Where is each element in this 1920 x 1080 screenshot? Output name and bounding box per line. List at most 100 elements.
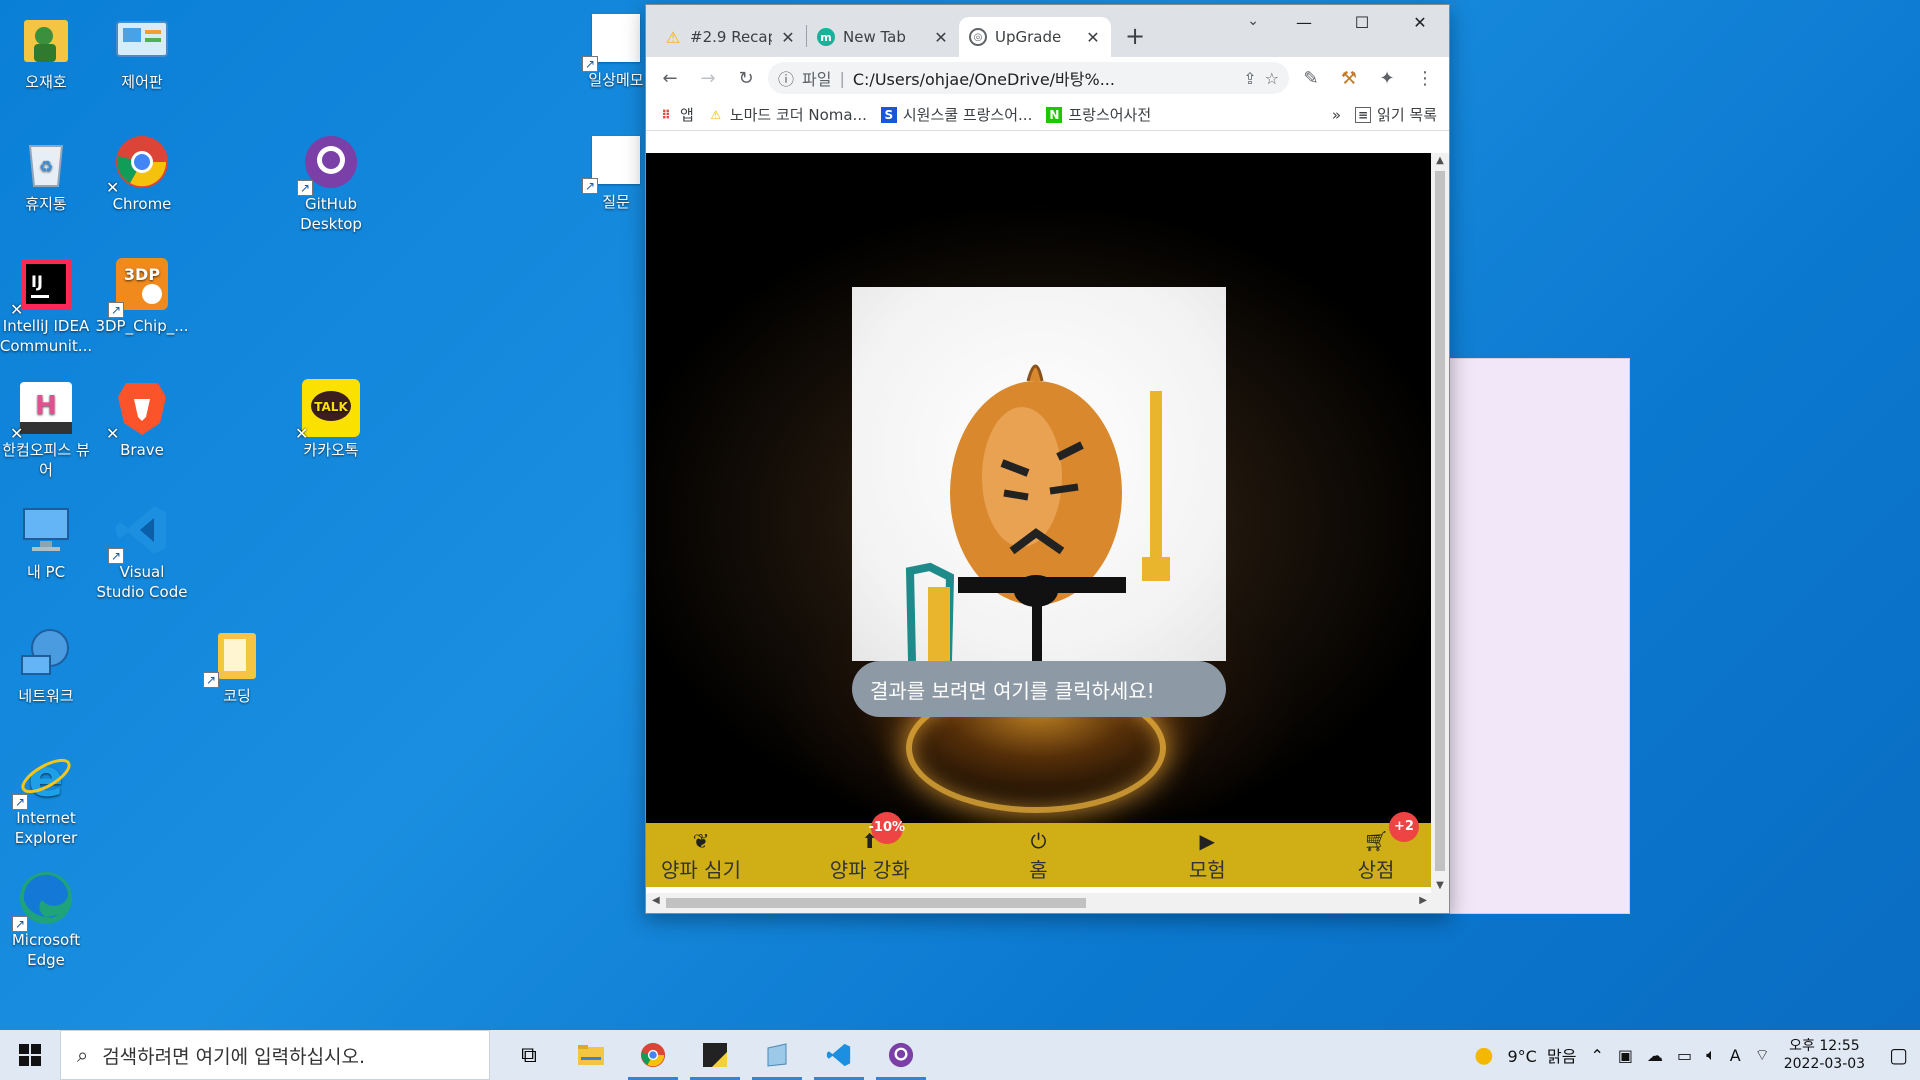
forward-arrow-icon[interactable]: → <box>692 62 724 94</box>
more-menu-icon[interactable]: ⋮ <box>1409 62 1441 94</box>
desktop-icon-label: 일상메모 <box>588 71 644 89</box>
window-controls: — ☐ ✕ <box>1275 5 1449 41</box>
volume-icon[interactable]: 🔈︎ <box>1706 1045 1716 1065</box>
nav-home[interactable]: ⏻ 홈 <box>994 828 1084 883</box>
desktop-icon-ie[interactable]: e ↗ Internet Explorer <box>0 746 94 848</box>
desktop-icon-brave[interactable]: ✕ Brave <box>94 378 190 460</box>
tab-strip: ⚠ #2.9 Recap ✕ m New Tab ✕ ◎ UpGrade ✕ +… <box>646 5 1449 57</box>
meet-icon[interactable]: ▣ <box>1618 1046 1633 1065</box>
desktop-icon-label: 3DP_Chip_... <box>95 317 189 335</box>
weather-sun-icon[interactable]: ● <box>1474 1043 1493 1068</box>
battery-icon[interactable]: ▭ <box>1677 1046 1692 1065</box>
desktop-icon-network[interactable]: 네트워크 <box>0 624 94 706</box>
desktop-icon-my-pc[interactable]: 내 PC <box>0 500 94 582</box>
sticky-notes-icon[interactable] <box>684 1030 746 1080</box>
clock[interactable]: 오후 12:55 2022-03-03 <box>1784 1037 1865 1073</box>
desktop-icon-chrome[interactable]: ✕ Chrome <box>94 132 190 214</box>
chrome-taskbar-icon[interactable] <box>622 1030 684 1080</box>
tab-new-tab[interactable]: m New Tab ✕ <box>807 17 959 57</box>
svg-text:♻: ♻ <box>39 157 53 176</box>
bookmark-label: 앱 <box>680 106 694 124</box>
desktop-icon-intellij[interactable]: IJ ✕ IntelliJ IDEA Communit... <box>0 254 94 356</box>
horizontal-scrollbar[interactable]: ◀ ▶ <box>646 893 1449 913</box>
vscode-icon: ↗ <box>108 500 172 564</box>
share-icon[interactable]: ⇪ <box>1243 69 1256 88</box>
notification-icon[interactable]: ▢ <box>1889 1043 1908 1067</box>
reading-list[interactable]: ≡ 읽기 목록 <box>1355 104 1437 125</box>
chevron-up-icon[interactable]: ⌃ <box>1590 1046 1603 1065</box>
task-view-icon[interactable]: ⧉ <box>498 1030 560 1080</box>
memo-file-icon: ↗ <box>582 130 646 194</box>
windows-start-icon[interactable] <box>0 1030 60 1080</box>
play-icon: ▶ <box>1199 828 1215 853</box>
desktop-icon-vscode[interactable]: ↗ Visual Studio Code <box>94 500 190 602</box>
nav-shop[interactable]: +2 🛒︎ 상점 <box>1331 811 1421 883</box>
bookmark-nomad-coder[interactable]: ⚠ 노마드 코더 Noma... <box>708 104 866 125</box>
desktop-icon-3dp[interactable]: 3DP ↗ 3DP_Chip_... <box>94 254 190 336</box>
back-arrow-icon[interactable]: ← <box>654 62 686 94</box>
nav-upgrade-onion[interactable]: -10% ⬆ 양파 강화 <box>825 811 915 883</box>
network-icon[interactable]: ⌔ <box>1755 1045 1770 1065</box>
scroll-down-arrow-icon[interactable]: ▼ <box>1431 880 1449 891</box>
desktop-icon-hancom[interactable]: H ✕ 한컴오피스 뷰어 <box>0 378 94 480</box>
bottom-nav-bar: ❦ 양파 심기 -10% ⬆ 양파 강화 ⏻ 홈 ▶ 모험 +2 🛒︎ 상점 <box>646 811 1431 887</box>
notepad-icon[interactable] <box>746 1030 808 1080</box>
scroll-thumb[interactable] <box>666 898 1086 908</box>
close-icon[interactable]: ✕ <box>933 28 949 47</box>
desktop-icon-user[interactable]: 오재호 <box>0 10 94 92</box>
ime-icon[interactable]: A <box>1730 1046 1741 1065</box>
browser-window[interactable]: ⚠ #2.9 Recap ✕ m New Tab ✕ ◎ UpGrade ✕ +… <box>645 4 1450 914</box>
bookmark-apps[interactable]: ⠿ 앱 <box>658 104 694 125</box>
desktop-icon-label: Brave <box>120 441 164 459</box>
tab-upgrade[interactable]: ◎ UpGrade ✕ <box>959 17 1111 57</box>
close-icon[interactable]: ✕ <box>780 28 796 47</box>
desktop-icon-coding-folder[interactable]: ↗ 코딩 <box>189 624 285 706</box>
maximize-button[interactable]: ☐ <box>1333 5 1391 41</box>
star-icon[interactable]: ☆ <box>1265 69 1279 88</box>
nav-plant-onion[interactable]: ❦ 양파 심기 <box>656 828 746 883</box>
reload-icon[interactable]: ↻ <box>730 62 762 94</box>
nav-adventure[interactable]: ▶ 모험 <box>1162 828 1252 883</box>
eyedropper-extension-icon[interactable]: ✎ <box>1295 62 1327 94</box>
bookmarks-overflow[interactable]: » <box>1332 106 1341 124</box>
desktop-icon-label: Visual Studio Code <box>96 563 188 601</box>
onedrive-cloud-icon[interactable]: ☁ <box>1647 1046 1663 1065</box>
scroll-left-arrow-icon[interactable]: ◀ <box>652 895 660 906</box>
desktop-icon-control-panel[interactable]: 제어판 <box>94 10 190 92</box>
tab-title: New Tab <box>843 28 906 46</box>
bookmark-siwonschool[interactable]: S 시원스쿨 프랑스어... <box>880 104 1032 125</box>
desktop-icon-label: 오재호 <box>25 73 67 91</box>
desktop-icon-edge[interactable]: ↗ Microsoft Edge <box>0 868 94 970</box>
bookmark-french-dict[interactable]: N 프랑스어사전 <box>1046 104 1151 125</box>
minimize-button[interactable]: — <box>1275 5 1333 41</box>
info-icon[interactable]: ⓘ <box>778 66 794 90</box>
scroll-right-arrow-icon[interactable]: ▶ <box>1419 895 1427 906</box>
globe-icon: ◎ <box>969 28 987 46</box>
show-result-button[interactable]: 결과를 보려면 여기를 클릭하세요! <box>852 661 1226 717</box>
vscode-taskbar-icon[interactable] <box>808 1030 870 1080</box>
discount-badge: -10% <box>869 811 905 844</box>
background-window[interactable] <box>1430 358 1630 914</box>
desktop-icon-recycle-bin[interactable]: ♻ 휴지통 <box>0 132 94 214</box>
file-explorer-icon[interactable] <box>560 1030 622 1080</box>
hammer-extension-icon[interactable]: ⚒ <box>1333 62 1365 94</box>
shop-count-badge: +2 <box>1389 811 1419 842</box>
address-bar[interactable]: ⓘ 파일 | C:/Users/ohjae/OneDrive/바탕%... ⇪ … <box>768 62 1289 94</box>
clock-time: 오후 12:55 <box>1789 1038 1860 1054</box>
close-icon[interactable]: ✕ <box>1085 28 1101 47</box>
taskbar-search-input[interactable]: ⌕ 검색하려면 여기에 입력하십시오. <box>60 1030 490 1080</box>
chevron-down-icon[interactable]: ⌄ <box>1247 13 1259 29</box>
desktop-icon-label: Internet Explorer <box>14 809 78 847</box>
close-window-button[interactable]: ✕ <box>1391 5 1449 41</box>
tab-recap[interactable]: ⚠ #2.9 Recap ✕ <box>654 17 806 57</box>
desktop-icon-github[interactable]: ↗ GitHub Desktop <box>283 132 379 234</box>
weather-text[interactable]: 9°C 맑음 <box>1507 1043 1576 1067</box>
scroll-thumb[interactable] <box>1435 171 1445 871</box>
vertical-scrollbar[interactable]: ▲ ▼ <box>1431 153 1449 893</box>
github-taskbar-icon[interactable] <box>870 1030 932 1080</box>
desktop-icon-label: GitHub Desktop <box>300 195 362 233</box>
puzzle-extensions-icon[interactable]: ✦ <box>1371 62 1403 94</box>
scroll-up-arrow-icon[interactable]: ▲ <box>1431 155 1449 166</box>
desktop-icon-kakaotalk[interactable]: TALK ✕ 카카오톡 <box>283 378 379 460</box>
new-tab-button[interactable]: + <box>1111 17 1159 57</box>
